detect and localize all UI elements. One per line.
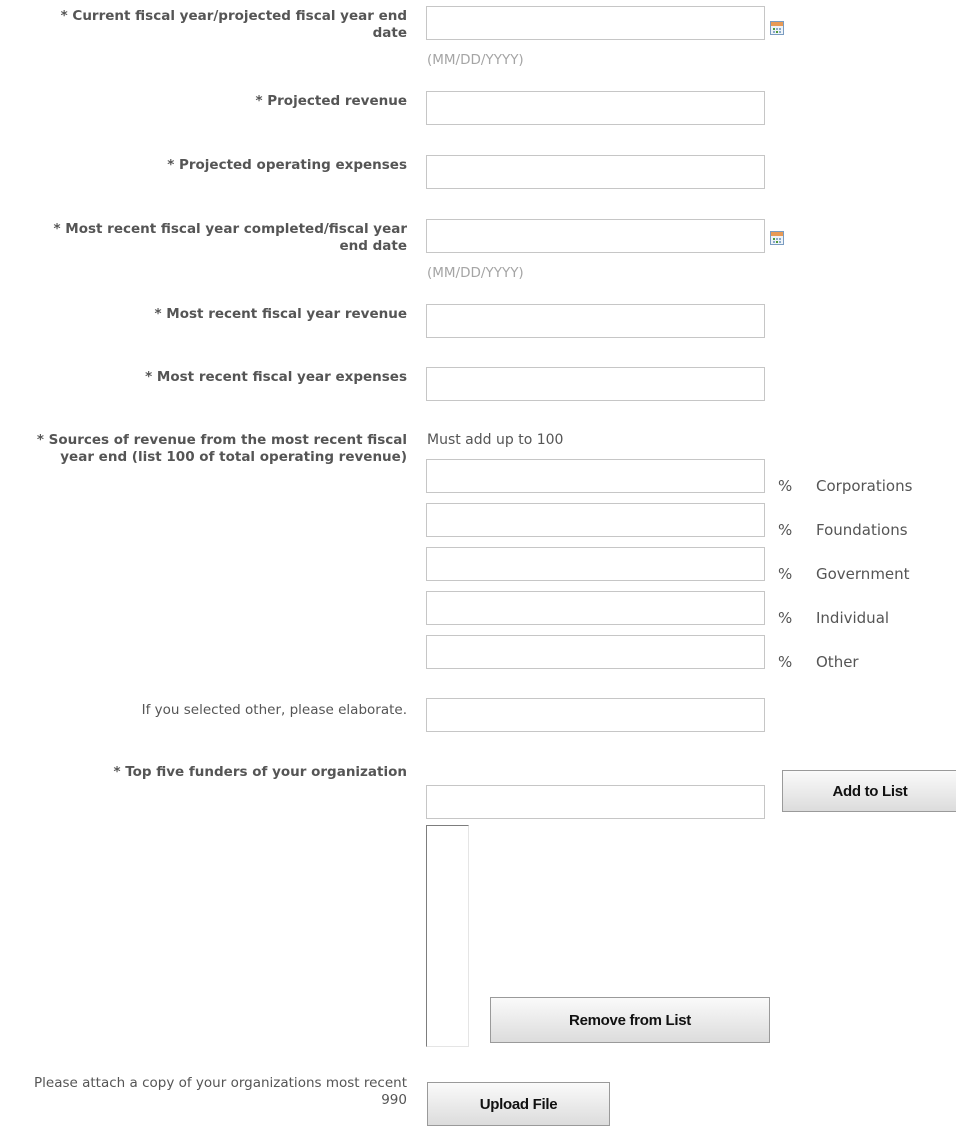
recent-expenses-input[interactable]: [426, 367, 765, 401]
current-fy-end-input[interactable]: [426, 6, 765, 40]
percent-symbol: %: [778, 565, 793, 583]
source-government-input[interactable]: [426, 547, 765, 581]
source-corporations-input[interactable]: [426, 459, 765, 493]
projected-expenses-label: * Projected operating expenses: [167, 157, 407, 173]
recent-revenue-input[interactable]: [426, 304, 765, 338]
other-elaborate-input[interactable]: [426, 698, 765, 732]
source-label-other: Other: [816, 653, 859, 671]
revenue-sources-note: Must add up to 100: [427, 432, 564, 448]
calendar-icon[interactable]: [770, 21, 784, 35]
source-label-corporations: Corporations: [816, 477, 913, 495]
remove-from-list-button[interactable]: Remove from List: [490, 997, 770, 1043]
attachment-label: Please attach a copy of your organizatio…: [34, 1075, 407, 1108]
upload-file-button[interactable]: Upload File: [427, 1082, 610, 1126]
source-label-government: Government: [816, 565, 910, 583]
projected-expenses-input[interactable]: [426, 155, 765, 189]
source-label-individual: Individual: [816, 609, 890, 627]
percent-symbol: %: [778, 521, 793, 539]
other-elaborate-label: If you selected other, please elaborate.: [141, 702, 407, 718]
recent-fy-end-label: * Most recent fiscal year completed/fisc…: [53, 221, 408, 254]
recent-fy-end-input[interactable]: [426, 219, 765, 253]
funders-listbox[interactable]: [426, 825, 469, 1047]
projected-revenue-label: * Projected revenue: [255, 93, 408, 109]
recent-revenue-label: * Most recent fiscal year revenue: [154, 306, 407, 322]
source-label-foundations: Foundations: [816, 521, 908, 539]
date-format-hint: (MM/DD/YYYY): [427, 52, 524, 68]
date-format-hint: (MM/DD/YYYY): [427, 265, 524, 281]
percent-symbol: %: [778, 653, 793, 671]
top-funders-label: * Top five funders of your organization: [113, 764, 407, 780]
source-other-input[interactable]: [426, 635, 765, 669]
percent-symbol: %: [778, 477, 793, 495]
source-individual-input[interactable]: [426, 591, 765, 625]
top-funders-input[interactable]: [426, 785, 765, 819]
calendar-icon[interactable]: [770, 231, 784, 245]
add-to-list-button[interactable]: Add to List: [782, 770, 956, 812]
recent-expenses-label: * Most recent fiscal year expenses: [145, 369, 407, 385]
percent-symbol: %: [778, 609, 793, 627]
revenue-sources-label: * Sources of revenue from the most recen…: [36, 432, 407, 465]
current-fy-end-label: * Current fiscal year/projected fiscal y…: [60, 8, 407, 41]
projected-revenue-input[interactable]: [426, 91, 765, 125]
source-foundations-input[interactable]: [426, 503, 765, 537]
